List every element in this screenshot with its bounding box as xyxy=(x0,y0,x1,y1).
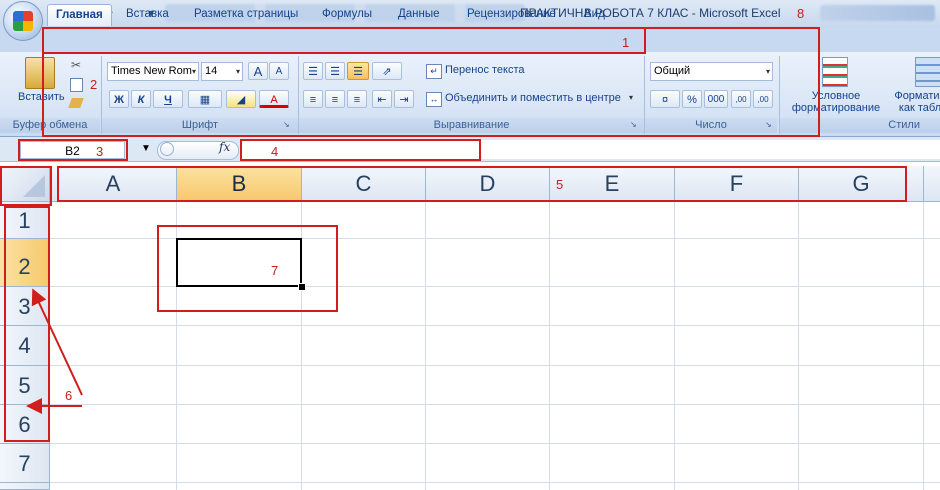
office-button[interactable] xyxy=(3,1,43,41)
arrow-to-row-header xyxy=(31,288,83,396)
annotation-arrows xyxy=(26,288,83,414)
office-logo-icon xyxy=(13,11,33,31)
